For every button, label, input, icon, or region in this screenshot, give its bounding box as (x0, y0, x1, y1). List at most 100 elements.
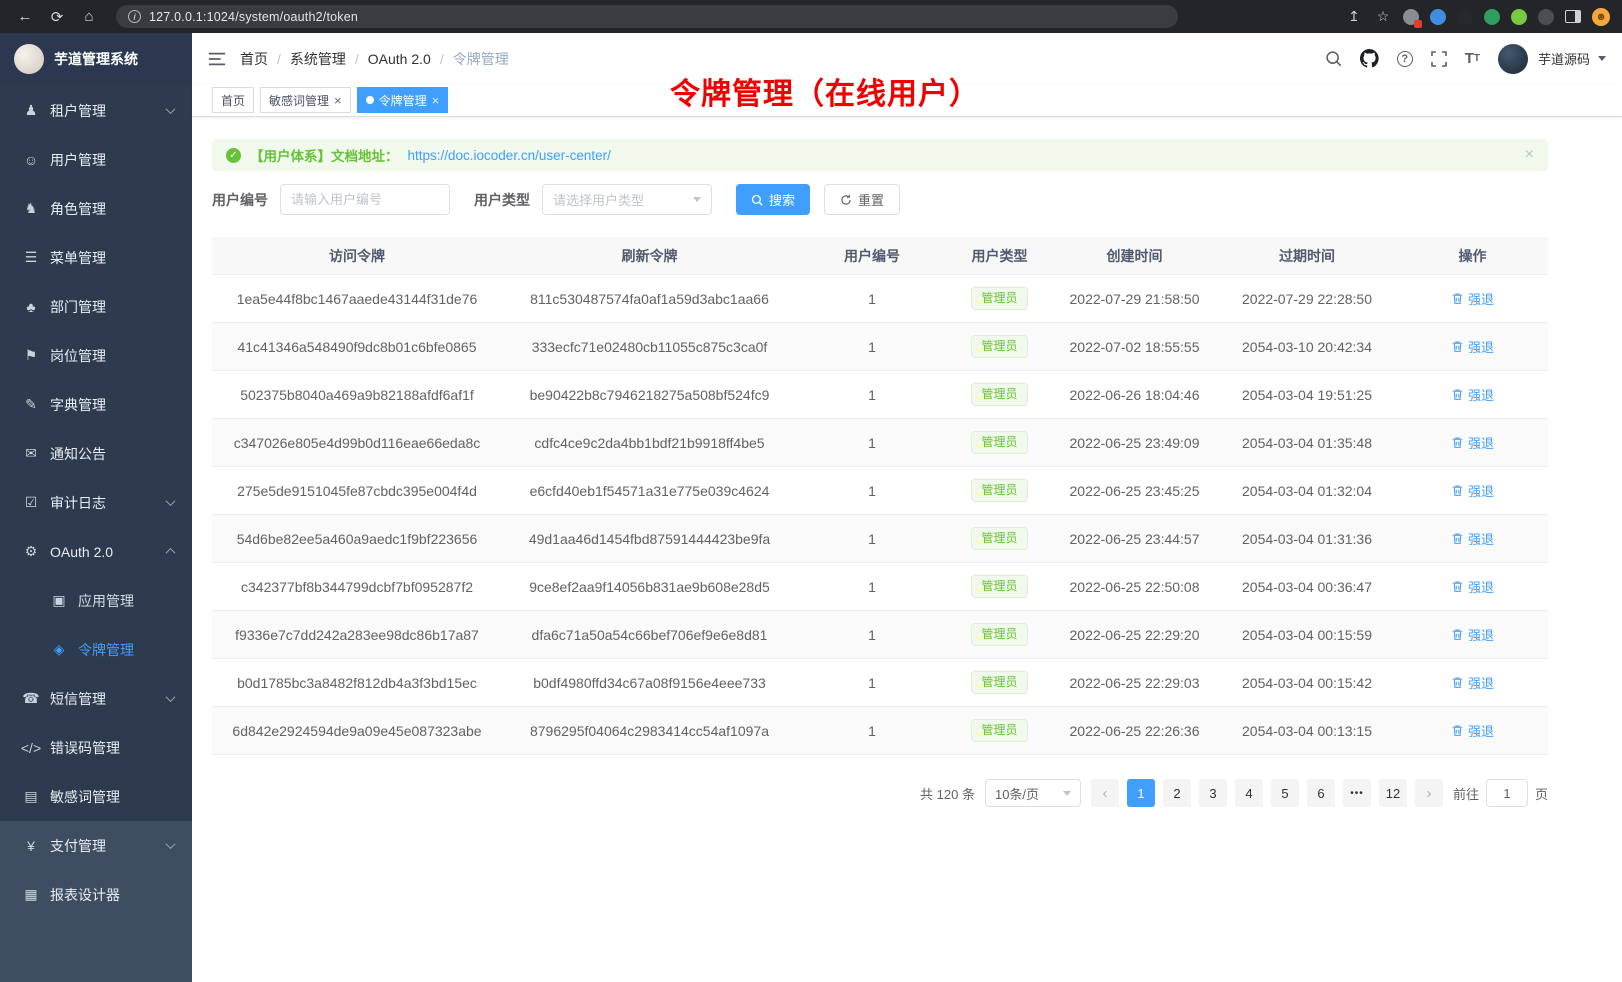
user-name[interactable]: 芋道源码 (1538, 49, 1590, 68)
force-logout-button[interactable]: 强退 (1451, 673, 1494, 692)
help-icon[interactable]: ? (1397, 51, 1413, 67)
force-logout-button[interactable]: 强退 (1451, 433, 1494, 452)
extension-icon-5[interactable] (1511, 9, 1527, 25)
pagination: 共 120 条 10条/页 ‹123456•••12› 前往 页 (212, 779, 1548, 807)
sidebar-item-sms[interactable]: ☎短信管理 (0, 674, 192, 723)
breadcrumb-item[interactable]: 首页 (240, 49, 268, 69)
more-pages-button[interactable]: ••• (1343, 779, 1371, 807)
site-info-icon[interactable]: i (128, 10, 141, 23)
extension-icon-2[interactable] (1430, 9, 1446, 25)
cell-access-token: 41c41346a548490f9dc8b01c6bfe0865 (212, 339, 502, 355)
browser-profile-avatar[interactable]: ☻ (1592, 8, 1610, 26)
fullscreen-icon[interactable] (1431, 51, 1447, 67)
app-frame: 芋道管理系统 ♟租户管理☺用户管理♞角色管理☰菜单管理♣部门管理⚑岗位管理✎字典… (0, 33, 1622, 982)
sidebar-item-menu[interactable]: ☰菜单管理 (0, 233, 192, 282)
tab-home[interactable]: 首页 (212, 87, 254, 113)
reset-button[interactable]: 重置 (824, 184, 900, 215)
extension-icon-1[interactable] (1403, 9, 1419, 25)
app-logo[interactable]: 芋道管理系统 (0, 33, 192, 84)
prev-page-button[interactable]: ‹ (1091, 779, 1119, 807)
tab-label: 令牌管理 (379, 92, 427, 109)
table-row: 275e5de9151045fe87cbdc395e004f4de6cfd40e… (212, 467, 1548, 515)
success-check-icon: ✓ (226, 148, 241, 163)
search-icon[interactable] (1325, 50, 1342, 67)
cell-access-token: b0d1785bc3a8482f812db4a3f3bd15ec (212, 675, 502, 691)
bookmark-star-icon[interactable]: ☆ (1374, 8, 1392, 25)
user-id-input[interactable] (280, 184, 450, 215)
user-menu-caret-icon[interactable] (1598, 56, 1606, 61)
page-button-6[interactable]: 6 (1307, 779, 1335, 807)
sidebar-item-report-designer[interactable]: ▦报表设计器 (0, 870, 192, 919)
user-type-badge: 管理员 (971, 719, 1027, 741)
sidebar-item-oauth2-application[interactable]: ▣应用管理 (0, 576, 192, 625)
page-button-12[interactable]: 12 (1379, 779, 1407, 807)
extension-icon-3[interactable] (1457, 9, 1473, 25)
sidebar-item-payment[interactable]: ¥支付管理 (0, 821, 192, 870)
sidebar-item-label: 应用管理 (78, 591, 134, 611)
tab-close-icon[interactable]: × (334, 94, 342, 107)
extension-icon-4[interactable] (1484, 9, 1500, 25)
page-button-2[interactable]: 2 (1163, 779, 1191, 807)
force-logout-button[interactable]: 强退 (1451, 481, 1494, 500)
tab-oauth2-token[interactable]: 令牌管理 × (357, 87, 449, 113)
font-size-icon[interactable]: TT (1465, 50, 1480, 67)
sidebar-item-post[interactable]: ⚑岗位管理 (0, 331, 192, 380)
sidebar-item-sensitive-word[interactable]: ▤敏感词管理 (0, 772, 192, 821)
sidebar-item-audit-log[interactable]: ☑审计日志 (0, 478, 192, 527)
force-logout-button[interactable]: 强退 (1451, 529, 1494, 548)
side-panel-icon[interactable] (1565, 10, 1581, 23)
share-icon[interactable]: ↥ (1345, 8, 1363, 25)
doc-link[interactable]: https://doc.iocoder.cn/user-center/ (408, 148, 611, 163)
sidebar-item-dict[interactable]: ✎字典管理 (0, 380, 192, 429)
next-page-button[interactable]: › (1415, 779, 1443, 807)
breadcrumb-item[interactable]: 系统管理 (290, 49, 346, 69)
sidebar-item-role[interactable]: ♞角色管理 (0, 184, 192, 233)
breadcrumb-item[interactable]: OAuth 2.0 (368, 51, 431, 67)
page-button-4[interactable]: 4 (1235, 779, 1263, 807)
cell-refresh-token: be90422b8c7946218275a508bf524fc9 (502, 387, 797, 403)
home-icon[interactable]: ⌂ (76, 5, 102, 29)
force-logout-button[interactable]: 强退 (1451, 577, 1494, 596)
trash-icon (1451, 676, 1464, 689)
page-size-select[interactable]: 10条/页 (985, 779, 1081, 807)
user-type-select[interactable]: 请选择用户类型 (542, 184, 712, 215)
sidebar-item-dept[interactable]: ♣部门管理 (0, 282, 192, 331)
force-logout-button[interactable]: 强退 (1451, 625, 1494, 644)
back-icon[interactable]: ← (12, 5, 38, 29)
cell-user-type: 管理员 (947, 287, 1052, 309)
page-button-3[interactable]: 3 (1199, 779, 1227, 807)
force-logout-button[interactable]: 强退 (1451, 289, 1494, 308)
page-button-5[interactable]: 5 (1271, 779, 1299, 807)
address-bar[interactable]: i 127.0.0.1:1024/system/oauth2/token (116, 5, 1178, 28)
user-type-badge: 管理员 (971, 575, 1027, 597)
breadcrumb: 首页/系统管理/OAuth 2.0/令牌管理 (240, 49, 509, 69)
tab-close-icon[interactable]: × (432, 94, 440, 107)
tab-label: 首页 (221, 92, 245, 109)
page-button-1[interactable]: 1 (1127, 779, 1155, 807)
sidebar-item-error-code[interactable]: </>错误码管理 (0, 723, 192, 772)
sidebar-item-user[interactable]: ☺用户管理 (0, 135, 192, 184)
tab-sensitive-word[interactable]: 敏感词管理× (260, 87, 351, 113)
user-avatar[interactable] (1498, 44, 1528, 74)
goto-page-input[interactable] (1486, 779, 1528, 807)
sidebar-item-oauth2-token[interactable]: ◈令牌管理 (0, 625, 192, 674)
reload-icon[interactable]: ⟳ (44, 5, 70, 29)
force-logout-button[interactable]: 强退 (1451, 721, 1494, 740)
force-logout-button[interactable]: 强退 (1451, 385, 1494, 404)
column-header: 用户编号 (797, 246, 947, 266)
search-button[interactable]: 搜索 (736, 184, 810, 215)
cell-expire-time: 2054-03-04 01:31:36 (1217, 531, 1397, 547)
extensions-puzzle-icon[interactable] (1538, 9, 1554, 25)
menu-icon: ☰ (20, 249, 42, 266)
cell-actions: 强退 (1397, 529, 1548, 548)
sidebar-item-tenant[interactable]: ♟租户管理 (0, 86, 192, 135)
alert-close-icon[interactable]: × (1525, 146, 1534, 164)
hamburger-icon[interactable] (208, 51, 226, 67)
question-mark-icon: ? (1397, 51, 1413, 67)
github-icon[interactable] (1360, 49, 1379, 68)
cell-access-token: 54d6be82ee5a460a9aedc1f9bf223656 (212, 531, 502, 547)
cell-created-time: 2022-06-25 22:26:36 (1052, 723, 1217, 739)
force-logout-button[interactable]: 强退 (1451, 337, 1494, 356)
sidebar-item-oauth2[interactable]: ⚙OAuth 2.0 (0, 527, 192, 576)
sidebar-item-notice[interactable]: ✉通知公告 (0, 429, 192, 478)
